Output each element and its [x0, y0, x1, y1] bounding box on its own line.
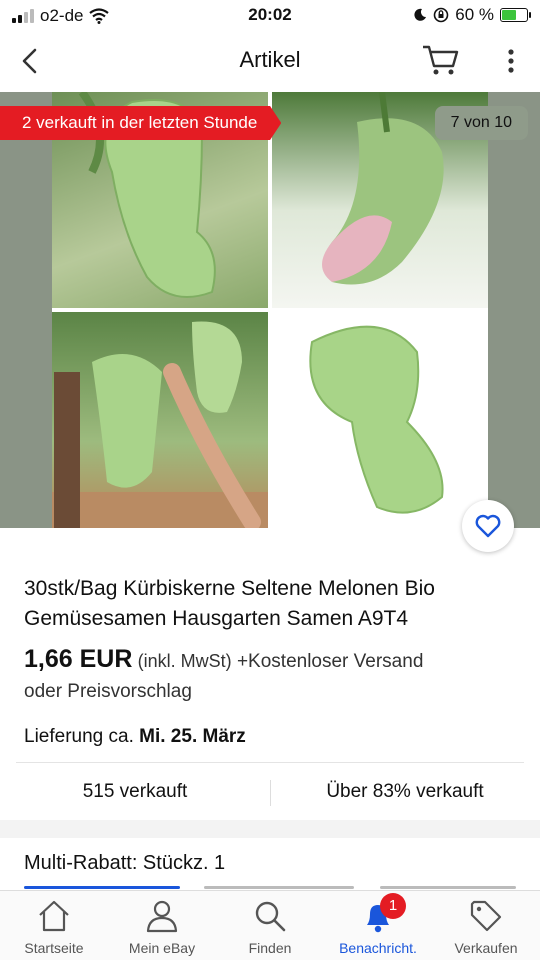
moon-icon	[414, 8, 427, 21]
product-image[interactable]	[52, 92, 488, 528]
watchlist-button[interactable]	[462, 500, 514, 552]
best-offer-text: oder Preisvorschlag	[24, 681, 192, 702]
price-line: 1,66 EUR (inkl. MwSt) +Kostenloser Versa…	[24, 644, 524, 707]
tab-label: Mein eBay	[128, 940, 196, 956]
section-separator	[0, 820, 540, 838]
delivery-prefix: Lieferung ca.	[24, 726, 134, 747]
bottom-tab-bar: Startseite Mein eBay Finden 1 Benachrich…	[0, 890, 540, 960]
image-counter: 7 von 10	[434, 106, 528, 140]
home-icon	[39, 900, 69, 932]
delivery-estimate: Lieferung ca. Mi. 25. März	[24, 726, 246, 748]
delivery-date: Mi. 25. März	[139, 726, 246, 747]
tab-benachrichtigungen[interactable]: 1 Benachricht.	[324, 893, 432, 956]
heart-icon	[475, 514, 501, 538]
notification-badge: 1	[380, 893, 406, 919]
rotation-lock-icon	[433, 7, 449, 23]
user-icon	[146, 900, 178, 933]
battery-icon	[500, 8, 531, 22]
tab-verkaufen[interactable]: Verkaufen	[432, 897, 540, 956]
image-gallery[interactable]: 2 verkauft in der letzten Stunde 7 von 1…	[0, 92, 540, 528]
sold-percent: Über 83% verkauft	[326, 781, 484, 802]
photo-melon-4	[272, 312, 488, 528]
status-right: 60 %	[413, 5, 531, 25]
status-bar: o2-de 20:02 60 %	[0, 0, 540, 32]
tax-note: (inkl. MwSt)	[137, 651, 232, 671]
cart-icon[interactable]	[420, 42, 460, 78]
shipping-info: +Kostenloser Versand	[236, 651, 424, 672]
tag-icon	[470, 900, 502, 932]
product-title: 30stk/Bag Kürbiskerne Seltene Melonen Bi…	[24, 577, 435, 630]
tab-label: Finden	[248, 940, 292, 956]
tab-label: Startseite	[24, 940, 84, 956]
tab-mein-ebay[interactable]: Mein eBay	[108, 897, 216, 956]
sold-recently-badge: 2 verkauft in der letzten Stunde	[0, 106, 282, 140]
more-options-icon[interactable]	[498, 44, 524, 78]
tab-label: Benachricht.	[339, 940, 417, 956]
price: 1,66 EUR	[24, 645, 133, 673]
sales-stats: 515 verkauft Über 83% verkauft	[0, 764, 540, 820]
tab-startseite[interactable]: Startseite	[0, 897, 108, 956]
tab-finden[interactable]: Finden	[216, 897, 324, 956]
photo-melon-3	[52, 312, 268, 528]
battery-percent: 60 %	[455, 5, 494, 24]
divider	[16, 762, 524, 763]
app-header: Artikel	[0, 32, 540, 90]
search-icon	[255, 901, 286, 932]
multi-discount-label: Multi-Rabatt: Stückz. 1	[24, 852, 226, 874]
sold-count: 515 verkauft	[82, 781, 188, 802]
tab-label: Verkaufen	[454, 940, 518, 956]
